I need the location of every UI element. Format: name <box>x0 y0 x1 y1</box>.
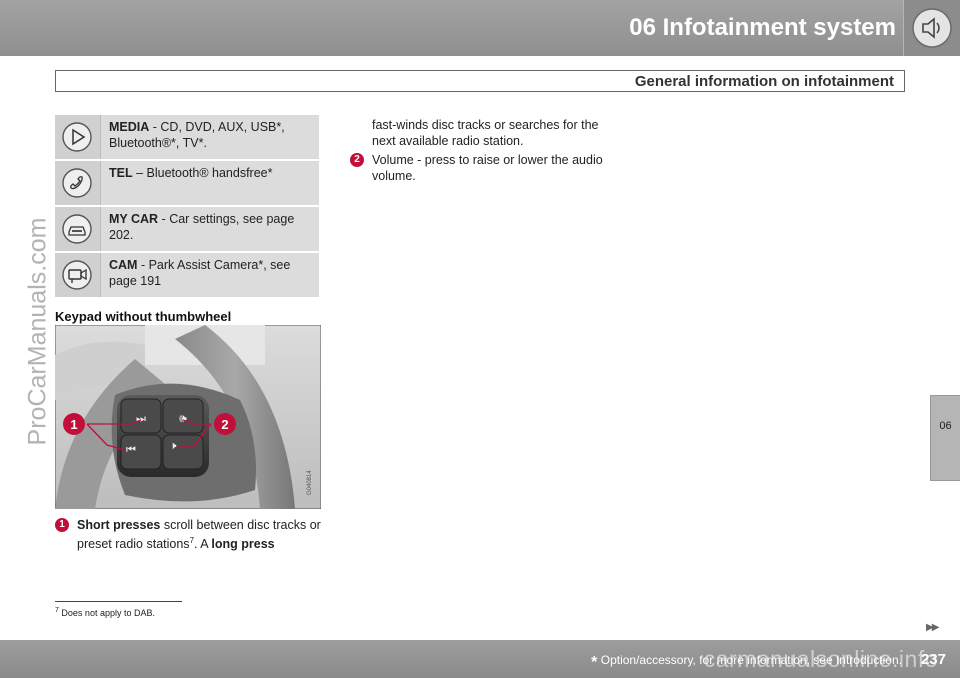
header-icon-box <box>903 0 960 56</box>
keypad-heading: Keypad without thumbwheel <box>55 309 232 324</box>
page-number: 237 <box>920 651 946 668</box>
chapter-title: 06 Infotainment system <box>629 14 896 41</box>
legend-bold-2: long press <box>211 537 275 552</box>
mode-name: CAM <box>109 258 138 272</box>
mode-name: MEDIA <box>109 120 150 134</box>
footer-bar: carmanualsonline.info * Option/accessory… <box>0 640 960 678</box>
footnote-number: 7 <box>55 607 59 614</box>
mode-row-tel: TEL – Bluetooth® handsfree* <box>55 161 319 205</box>
footnote-rule <box>55 601 182 602</box>
camera-icon <box>62 260 92 290</box>
mode-name: TEL <box>109 166 133 180</box>
steering-wheel-keypad-image: ⏭ 🕪 ⏮ 🕨 1 2 G040814 <box>55 325 321 509</box>
svg-text:🕨: 🕨 <box>170 439 177 452</box>
legend-item-1: 1 Short presses scroll between disc trac… <box>55 517 325 552</box>
mode-row-media: MEDIA - CD, DVD, AUX, USB*, Bluetooth®*,… <box>55 115 319 159</box>
header-bar: 06 Infotainment system <box>0 0 960 56</box>
legend-item-2: 2 Volume - press to raise or lower the a… <box>350 152 615 184</box>
legend-item-1-continuation: fast-winds disc tracks or searches for t… <box>372 118 599 148</box>
speaker-icon <box>912 8 952 48</box>
car-icon <box>62 214 92 244</box>
legend-bold-1: Short presses <box>77 518 161 532</box>
svg-text:⏮: ⏮ <box>126 443 136 456</box>
mode-row-cam: CAM - Park Assist Camera*, see page 191 <box>55 253 319 297</box>
chapter-side-tab[interactable]: 06 <box>930 395 960 481</box>
phone-icon <box>62 168 92 198</box>
footnote: 7 Does not apply to DAB. <box>55 607 155 618</box>
section-header: General information on infotainment <box>55 70 905 92</box>
mode-name: MY CAR <box>109 212 159 226</box>
footer-note-text: Option/accessory, for more information, … <box>597 653 902 667</box>
play-icon <box>62 122 92 152</box>
svg-text:🕪: 🕪 <box>179 411 187 425</box>
next-page-arrows-icon[interactable]: ▶▶ <box>926 622 939 633</box>
section-title: General information on infotainment <box>634 73 894 90</box>
mode-description: - Park Assist Camera*, see page 191 <box>109 258 291 288</box>
mode-description: – Bluetooth® handsfree* <box>132 166 273 180</box>
legend-text-item-2: Volume - press to raise or lower the aud… <box>372 153 603 183</box>
chapter-side-tab-label: 06 <box>939 420 952 432</box>
image-code: G040814 <box>307 470 313 495</box>
side-watermark: ProCarManuals.com <box>23 217 52 446</box>
callout-2-label: 2 <box>221 417 228 432</box>
mode-row-mycar: MY CAR - Car settings, see page 202. <box>55 207 319 251</box>
legend-number-2: 2 <box>350 153 364 167</box>
legend-text-2: . A <box>194 537 212 552</box>
mode-table: MEDIA - CD, DVD, AUX, USB*, Bluetooth®*,… <box>55 115 319 299</box>
footer-note: * Option/accessory, for more information… <box>591 653 902 672</box>
legend-number-1: 1 <box>55 518 69 532</box>
footnote-text: Does not apply to DAB. <box>61 608 155 618</box>
svg-text:⏭: ⏭ <box>136 412 146 425</box>
callout-1-label: 1 <box>70 417 77 432</box>
